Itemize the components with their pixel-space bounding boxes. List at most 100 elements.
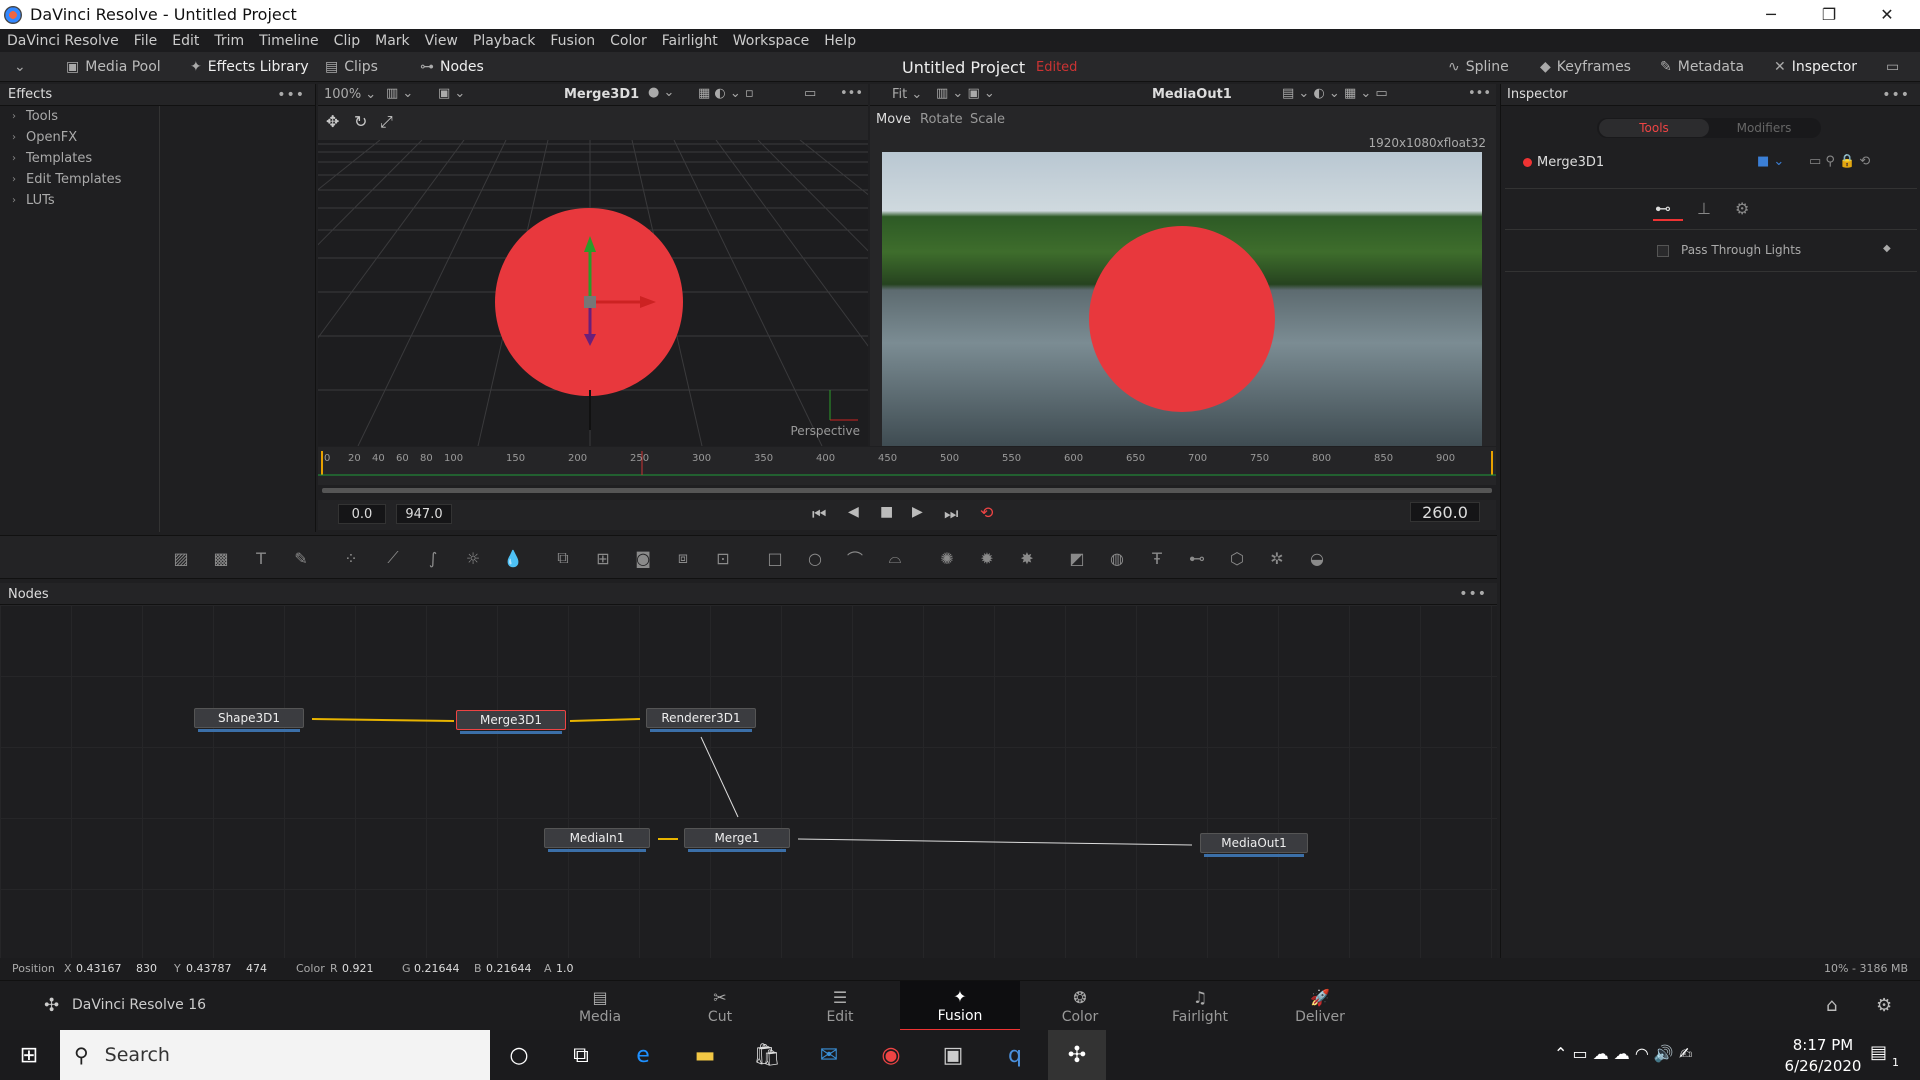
cortana-icon[interactable]: ○ — [490, 1030, 548, 1080]
inspector-button[interactable]: ✕ Inspector — [1774, 52, 1857, 82]
node-editor[interactable]: Shape3D1 Merge3D1 Renderer3D1 MediaIn1 M… — [0, 605, 1497, 958]
qbittorrent-icon[interactable]: q — [986, 1030, 1044, 1080]
davinci-taskbar-icon[interactable]: ✣ — [1048, 1030, 1106, 1080]
stop-icon[interactable]: ■ — [880, 504, 893, 520]
effects-item-openfx[interactable]: › OpenFX — [0, 127, 159, 148]
move-tool-icon[interactable]: ✥ — [326, 112, 339, 131]
windows-start-icon[interactable]: ⊞ — [0, 1030, 58, 1080]
menu-fusion[interactable]: Fusion — [543, 33, 603, 49]
system-tray-icons[interactable]: ⌃ ▭ ☁ ☁ ◠ 🔊 ✍ — [1554, 1044, 1692, 1063]
scale-mode-button[interactable]: Scale — [970, 112, 1005, 127]
file-explorer-icon[interactable]: ▬ — [676, 1030, 734, 1080]
right-viewer-layout-icon[interactable]: ▥ ⌄ ▣ ⌄ — [936, 86, 995, 101]
viewer-option-icon[interactable]: ▦ ◐ ⌄ ▫ — [698, 86, 754, 101]
fullscreen-button[interactable]: ▭ — [1886, 52, 1899, 82]
inspector-options-icon[interactable]: ••• — [1882, 87, 1910, 103]
ellipse-mask-icon[interactable]: ○ — [804, 548, 826, 568]
background-tool-icon[interactable]: ▨ — [170, 548, 192, 568]
particles-tool-icon[interactable]: ⁘ — [340, 548, 362, 568]
taskbar-time[interactable]: 8:17 PM — [1778, 1036, 1868, 1054]
channel-booleans-tool-icon[interactable]: ⊞ — [592, 548, 614, 568]
prender-tool-icon[interactable]: ✹ — [976, 548, 998, 568]
keyframes-button[interactable]: ◆ Keyframes — [1540, 52, 1631, 82]
particle-render-icon[interactable]: ✸ — [1016, 548, 1038, 568]
menu-trim[interactable]: Trim — [207, 33, 252, 49]
paint-tool-icon[interactable]: ✎ — [290, 548, 312, 568]
page-deliver[interactable]: 🚀 Deliver — [1260, 981, 1380, 1031]
tab-modifiers[interactable]: Modifiers — [1709, 119, 1819, 137]
menu-color[interactable]: Color — [603, 33, 655, 49]
time-ruler[interactable]: 0 20 40 60 80 100 150 200 250 300 350 40… — [318, 447, 1496, 485]
bspline-mask-icon[interactable]: ⌓ — [884, 548, 906, 568]
matte-control-tool-icon[interactable]: ◙ — [632, 548, 654, 568]
play-icon[interactable]: ▶ — [912, 504, 923, 520]
rotate-tool-icon[interactable]: ↻ — [354, 112, 367, 131]
app-icon[interactable]: ▣ — [924, 1030, 982, 1080]
start-frame-field[interactable]: 0.0 — [338, 504, 386, 524]
rectangle-mask-icon[interactable]: □ — [764, 548, 786, 568]
go-to-end-icon[interactable]: ⏭ — [944, 504, 958, 524]
effects-item-luts[interactable]: › LUTs — [0, 190, 159, 211]
node-mediain1[interactable]: MediaIn1 — [544, 828, 650, 852]
task-view-icon[interactable]: ⧉ — [552, 1030, 610, 1080]
page-fusion[interactable]: ✦ Fusion — [900, 981, 1020, 1031]
timeline-scrollbar[interactable] — [322, 488, 1492, 493]
inspector-actions-icons[interactable]: ▭ ⚲ 🔒 ⟲ — [1809, 154, 1870, 169]
go-to-start-icon[interactable]: ⏮ — [812, 504, 826, 524]
text3d-tool-icon[interactable]: Ŧ — [1146, 548, 1168, 568]
menu-davinci[interactable]: DaVinci Resolve — [0, 33, 127, 49]
emitter-tool-icon[interactable]: ✺ — [936, 548, 958, 568]
menu-fairlight[interactable]: Fairlight — [655, 33, 726, 49]
menu-clip[interactable]: Clip — [327, 33, 368, 49]
effects-library-button[interactable]: ✦ Effects Library — [190, 52, 309, 82]
tab-tools[interactable]: Tools — [1599, 119, 1709, 137]
edge-browser-icon[interactable]: e — [614, 1030, 672, 1080]
right-viewer-options-icon[interactable]: ••• — [1468, 86, 1491, 101]
menu-timeline[interactable]: Timeline — [252, 33, 327, 49]
page-edit[interactable]: ☰ Edit — [780, 981, 900, 1031]
node-mediaout1[interactable]: MediaOut1 — [1200, 833, 1308, 857]
record-icon[interactable]: ● ⌄ — [648, 85, 674, 100]
transform-tool-icon[interactable]: ⧈ — [672, 548, 694, 568]
pass-through-lights-checkbox[interactable] — [1657, 245, 1669, 257]
current-frame-field[interactable]: 260.0 — [1410, 502, 1480, 522]
end-frame-field[interactable]: 947.0 — [396, 504, 452, 524]
scale-tool-icon[interactable]: ⤢ — [380, 112, 393, 132]
menu-file[interactable]: File — [127, 33, 165, 49]
effects-item-edit-templates[interactable]: › Edit Templates — [0, 169, 159, 190]
polygon-mask-icon[interactable]: ⌒ — [844, 548, 866, 569]
node-renderer3d1[interactable]: Renderer3D1 — [646, 708, 756, 732]
restore-button[interactable]: ❐ — [1800, 0, 1858, 29]
effects-item-tools[interactable]: › Tools — [0, 106, 159, 127]
node-color-select[interactable]: ■ ⌄ — [1757, 154, 1784, 169]
rotate-mode-button[interactable]: Rotate — [920, 112, 963, 127]
node-merge3d1[interactable]: Merge3D1 — [456, 710, 566, 734]
brightness-tool-icon[interactable]: ☼ — [462, 548, 484, 568]
menu-mark[interactable]: Mark — [368, 33, 418, 49]
curves-tool-icon[interactable]: ⟋ — [382, 548, 404, 568]
left-viewer-canvas[interactable]: Perspective — [318, 140, 868, 446]
move-mode-button[interactable]: Move — [876, 112, 911, 127]
right-viewer-option-icon[interactable]: ▤ ⌄ ◐ ⌄ ▦ ⌄ ▭ — [1282, 86, 1388, 101]
menu-playback[interactable]: Playback — [466, 33, 543, 49]
node-shape3d1[interactable]: Shape3D1 — [194, 708, 304, 732]
store-icon[interactable]: 🛍 — [738, 1030, 796, 1080]
viewer-lut-icon[interactable]: ▣ ⌄ — [438, 86, 465, 101]
merge3d-tool-icon[interactable]: ⊷ — [1186, 548, 1208, 568]
resize-tool-icon[interactable]: ⊡ — [712, 548, 734, 568]
spline-button[interactable]: ∿ Spline — [1448, 52, 1509, 82]
merge-tool-icon[interactable]: ⧉ — [552, 548, 574, 568]
keyframe-diamond-icon[interactable]: ◆ — [1883, 243, 1891, 254]
toolbar-dropdown-button[interactable]: ⌄ — [14, 52, 26, 82]
close-button[interactable]: ✕ — [1858, 0, 1916, 29]
viewer-layout-icon[interactable]: ▥ ⌄ — [386, 86, 413, 101]
media-pool-button[interactable]: ▣ Media Pool — [66, 52, 161, 82]
spotlight-tool-icon[interactable]: ✲ — [1266, 548, 1288, 568]
metadata-button[interactable]: ✎ Metadata — [1660, 52, 1744, 82]
image-plane-icon[interactable]: ◩ — [1066, 548, 1088, 568]
menu-workspace[interactable]: Workspace — [726, 33, 818, 49]
transform-gizmo[interactable] — [318, 140, 868, 446]
viewer-frame-icon[interactable]: ▭ — [804, 86, 816, 101]
controls-tab-icon[interactable]: ⊷ — [1655, 199, 1671, 218]
fit-select[interactable]: Fit ⌄ — [892, 87, 922, 102]
